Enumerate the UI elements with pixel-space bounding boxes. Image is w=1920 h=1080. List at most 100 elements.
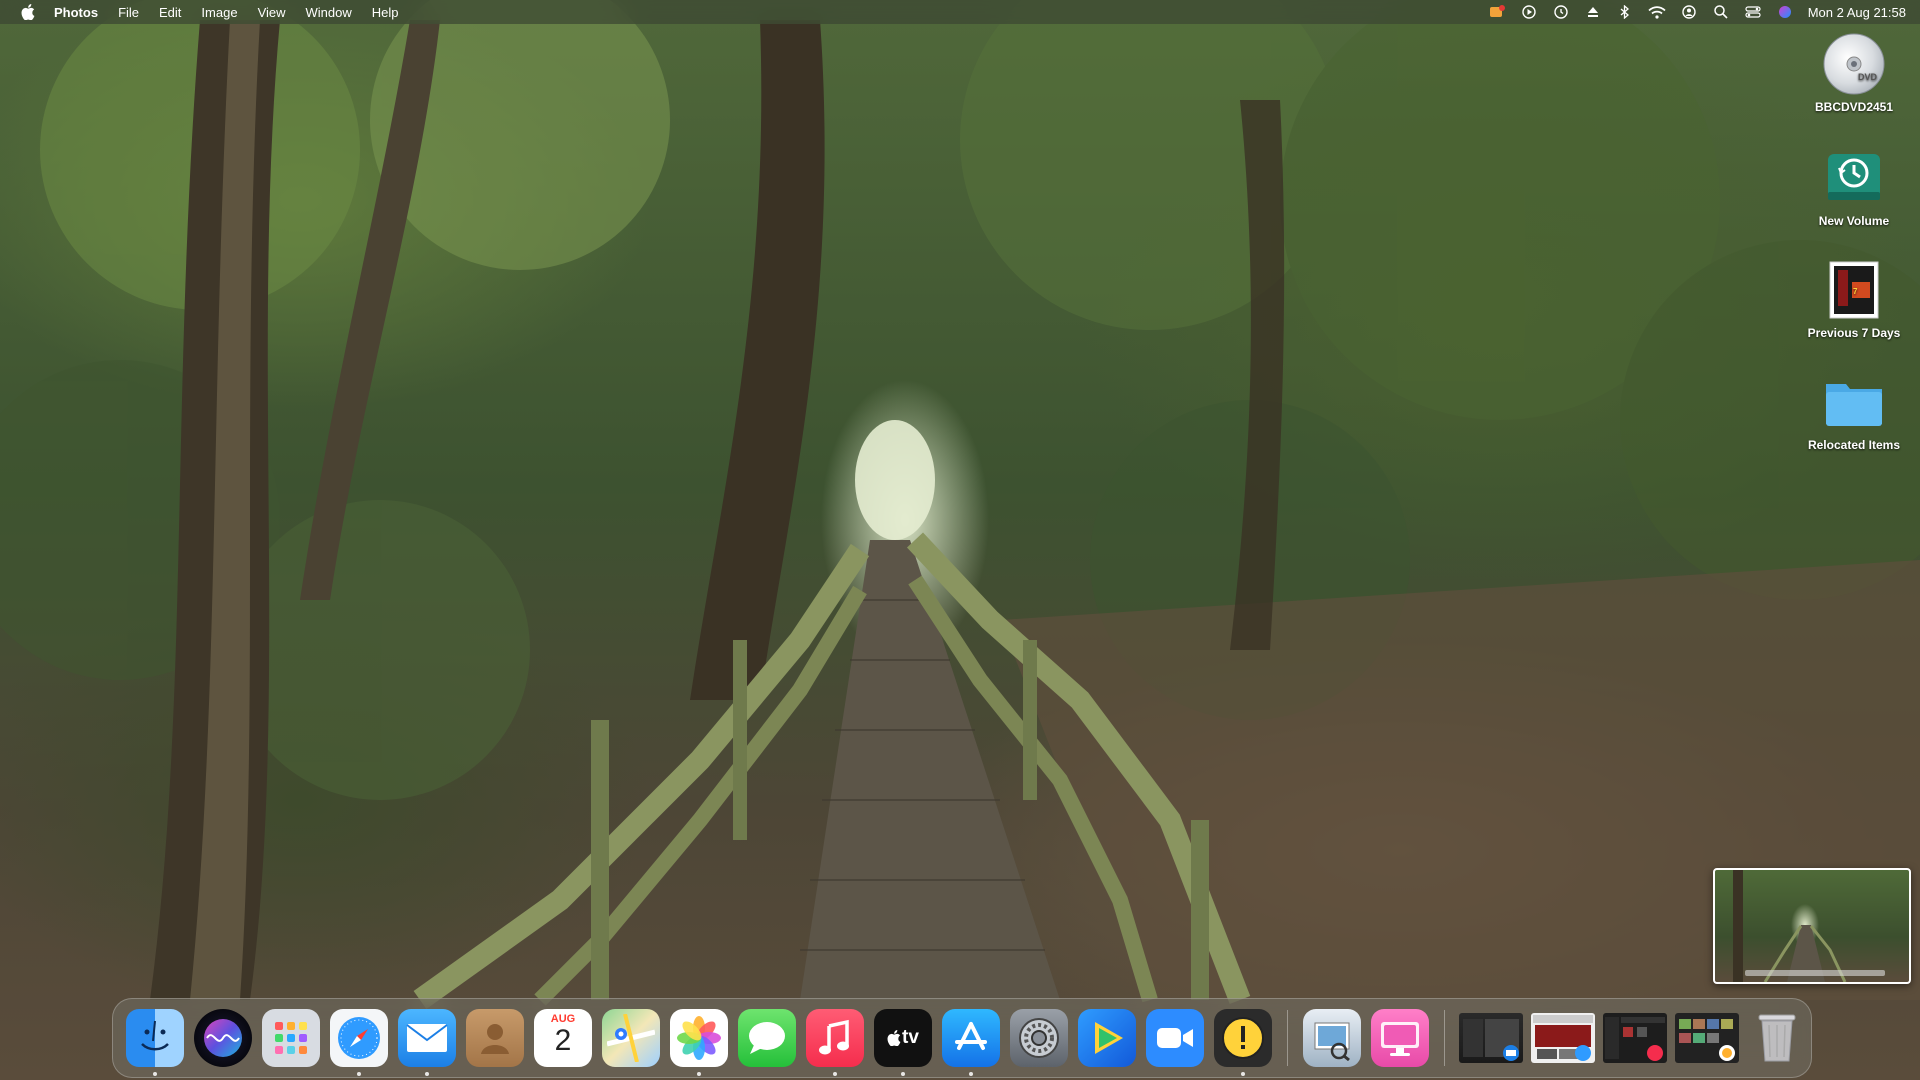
dock-zoom[interactable]	[1146, 1009, 1204, 1067]
running-indicator	[1241, 1072, 1245, 1076]
envelope-icon	[406, 1024, 448, 1052]
menu-help[interactable]: Help	[372, 5, 399, 20]
menu-edit[interactable]: Edit	[159, 5, 181, 20]
dock-contacts[interactable]	[466, 1009, 524, 1067]
folder-icon	[1822, 370, 1886, 434]
dock-console[interactable]	[1214, 1009, 1272, 1076]
running-indicator	[697, 1072, 701, 1076]
menu-app-name[interactable]: Photos	[54, 5, 98, 20]
minimized-window-preview	[1533, 1015, 1593, 1061]
dock-separator	[1287, 1010, 1288, 1066]
video-camera-icon	[1157, 1028, 1193, 1048]
wifi-icon[interactable]	[1648, 3, 1666, 21]
thumbnail-image	[1733, 870, 1847, 982]
dock-apple-tv[interactable]: tv	[874, 1009, 932, 1076]
running-indicator	[153, 1072, 157, 1076]
running-indicator	[833, 1072, 837, 1076]
dock-minimized-window-photos[interactable]	[1675, 1013, 1739, 1063]
dock-messages[interactable]	[738, 1009, 796, 1067]
gear-icon	[1019, 1018, 1059, 1058]
desktop-item-label: Relocated Items	[1807, 438, 1901, 452]
desktop-item-previous-7-days[interactable]: 7 Previous 7 Days	[1799, 258, 1909, 340]
dock-calendar[interactable]: AUG 2	[534, 1009, 592, 1067]
photos-flower-icon	[677, 1016, 721, 1060]
menu-bar: Photos File Edit Image View Window Help	[0, 0, 1920, 24]
finder-icon	[141, 1020, 169, 1051]
eject-icon[interactable]	[1584, 3, 1602, 21]
dock-mail[interactable]	[398, 1009, 456, 1076]
control-center-icon[interactable]	[1744, 3, 1762, 21]
dock-finder[interactable]	[126, 1009, 184, 1076]
dock-app-store[interactable]	[942, 1009, 1000, 1076]
apple-tv-logo-icon: tv	[887, 1027, 919, 1049]
desktop-item-label: BBCDVD2451	[1814, 100, 1894, 114]
running-indicator	[901, 1072, 905, 1076]
running-indicator	[425, 1072, 429, 1076]
dock-preview[interactable]	[1303, 1009, 1361, 1067]
minimized-window-preview	[1679, 1019, 1735, 1061]
calendar-day: 2	[554, 1024, 572, 1057]
menu-view[interactable]: View	[258, 5, 286, 20]
dock-minimized-window-safari[interactable]	[1531, 1013, 1595, 1063]
desktop-item-dvd[interactable]: DVD BBCDVD2451	[1799, 32, 1909, 114]
dock-separator	[1444, 1010, 1445, 1066]
running-indicator	[969, 1072, 973, 1076]
time-machine-drive-icon	[1822, 146, 1886, 210]
desktop: Photos File Edit Image View Window Help	[0, 0, 1920, 1080]
music-note-icon	[819, 1019, 849, 1055]
dock-safari[interactable]	[330, 1009, 388, 1076]
bluetooth-icon[interactable]	[1616, 3, 1634, 21]
dock-siri[interactable]	[194, 1009, 252, 1067]
minimized-window-preview	[1605, 1017, 1665, 1061]
running-indicator	[357, 1072, 361, 1076]
dock: AUG 2 tv	[112, 998, 1812, 1078]
desktop-item-label: New Volume	[1818, 214, 1890, 228]
user-account-icon[interactable]	[1680, 3, 1698, 21]
trash-icon	[1758, 1014, 1796, 1062]
dock-trash[interactable]	[1748, 1009, 1806, 1067]
screenshot-file-icon: 7	[1822, 258, 1886, 322]
minimized-window-preview	[1463, 1019, 1519, 1061]
spotlight-search-icon[interactable]	[1712, 3, 1730, 21]
dock-photos[interactable]	[670, 1009, 728, 1076]
siri-icon	[204, 1019, 242, 1057]
dock-launchpad[interactable]	[262, 1009, 320, 1067]
contacts-person-icon	[481, 1024, 509, 1054]
dock-system-preferences[interactable]	[1010, 1009, 1068, 1067]
time-machine-icon[interactable]	[1552, 3, 1570, 21]
apple-tv-label: tv	[902, 1027, 919, 1048]
dvd-icon: DVD	[1822, 32, 1886, 96]
svg-text:DVD: DVD	[1858, 72, 1878, 82]
wallpaper-forest-boardwalk	[0, 0, 1920, 1009]
menu-bar-left: Photos File Edit Image View Window Help	[0, 4, 419, 20]
apple-menu-icon[interactable]	[20, 4, 36, 20]
thumbnail-mini-dock	[1745, 970, 1885, 976]
dock-infuse-player[interactable]	[1078, 1009, 1136, 1067]
notification-app-icon[interactable]	[1488, 3, 1506, 21]
dock-maps[interactable]	[602, 1009, 660, 1067]
play-triangle-icon	[1095, 1022, 1123, 1054]
dock-cleanmymac[interactable]	[1371, 1009, 1429, 1067]
speech-bubble-icon	[749, 1022, 785, 1054]
app-store-icon	[955, 1022, 987, 1050]
desktop-item-relocated-items[interactable]: Relocated Items	[1799, 370, 1909, 452]
desktop-item-label: Previous 7 Days	[1807, 326, 1901, 340]
menu-bar-status: Mon 2 Aug 21:58	[1488, 3, 1920, 21]
screenshot-preview-thumbnail[interactable]	[1713, 868, 1911, 984]
compass-icon	[338, 1017, 380, 1059]
menu-window[interactable]: Window	[306, 5, 352, 20]
dock-music[interactable]	[806, 1009, 864, 1076]
menu-clock[interactable]: Mon 2 Aug 21:58	[1808, 5, 1906, 20]
desktop-item-new-volume[interactable]: New Volume	[1799, 146, 1909, 228]
warning-console-icon	[1222, 1017, 1264, 1059]
launchpad-grid-icon	[275, 1022, 307, 1054]
svg-text:7: 7	[1853, 287, 1858, 296]
map-pin-icon	[607, 1014, 655, 1062]
menu-image[interactable]: Image	[201, 5, 237, 20]
preview-photos-icon	[1314, 1022, 1350, 1061]
dock-minimized-window-music[interactable]	[1603, 1013, 1667, 1063]
dock-minimized-window-mail[interactable]	[1459, 1013, 1523, 1063]
play-circle-icon[interactable]	[1520, 3, 1538, 21]
menu-file[interactable]: File	[118, 5, 139, 20]
siri-icon[interactable]	[1776, 3, 1794, 21]
